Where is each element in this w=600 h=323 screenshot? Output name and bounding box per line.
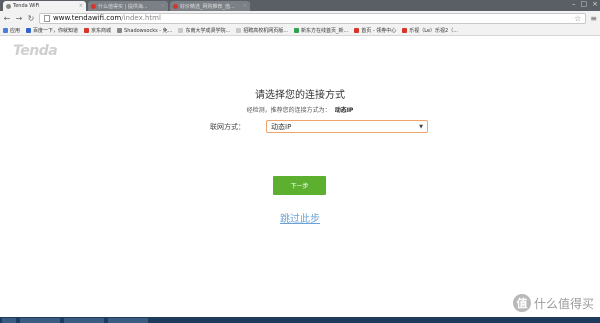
smzdm-favicon-icon [173, 3, 178, 9]
xdf-icon [294, 27, 300, 33]
close-icon[interactable]: × [159, 3, 165, 9]
bookmark-xdf[interactable]: 新东方在线首页_新... [294, 27, 348, 34]
taskbar-item[interactable] [108, 318, 148, 323]
page-favicon-icon [6, 3, 11, 9]
watermark-text: 什么值得买 [533, 296, 594, 311]
bookmark-label: 招聘高校机网页版... [243, 27, 289, 34]
start-button[interactable] [2, 318, 16, 323]
tenda-logo: Tenda [13, 43, 58, 59]
page-title: 请选择您的连接方式 [255, 90, 345, 101]
bookmark-label: 首页 - 领券中心 [361, 27, 397, 34]
apps-grid-icon [3, 27, 8, 33]
bookmark-label: 东南大学成贤学院... [185, 27, 231, 34]
taskbar-item[interactable] [20, 318, 60, 323]
tab-label: Tenda WiFi [13, 3, 40, 9]
connection-type-label: 联网方式： [210, 123, 245, 131]
bookmark-label: 乐视（Le）乐视2（... [409, 27, 459, 34]
bookmark-jd[interactable]: 京东商城 [84, 27, 111, 34]
close-icon[interactable]: × [77, 3, 83, 9]
smzdm-badge-icon: 值 [512, 294, 531, 312]
bookmark-recruit[interactable]: 招聘高校机网页版... [236, 27, 288, 34]
tab-deals[interactable]: 好价精选_网购推荐_值... × [170, 1, 250, 11]
bookmark-label: Shadowsocks - 免... [124, 27, 173, 34]
bookmark-apps[interactable]: 应用 [3, 27, 20, 34]
browser-toolbar: ← → ↻ www.tendawifi.com/index.html ☆ ≡ [0, 11, 600, 25]
smzdm-watermark: 值 什么值得买 [512, 294, 594, 312]
detected-text: 经检测，推荐您的连接方式为： [246, 107, 331, 114]
detected-connection: 经检测，推荐您的连接方式为： 动态IP [0, 105, 600, 114]
next-button[interactable]: 下一步 [273, 176, 326, 195]
bookmarks-bar: 应用 百度一下，你就知道 京东商城 Shadowsocks - 免... 东南大… [0, 25, 600, 36]
bookmark-label: 京东商城 [91, 27, 112, 34]
address-bar[interactable]: www.tendawifi.com/index.html ☆ [39, 12, 587, 24]
page-icon [236, 27, 242, 33]
page-icon [178, 27, 184, 33]
maximize-icon[interactable]: □ [581, 0, 588, 8]
close-icon[interactable]: × [241, 3, 247, 9]
taskbar-item[interactable] [64, 318, 104, 323]
bookmark-seu[interactable]: 东南大学成贤学院... [178, 27, 230, 34]
baidu-icon [26, 27, 32, 33]
bookmark-baidu[interactable]: 百度一下，你就知道 [26, 27, 78, 34]
skip-link[interactable]: 跳过此步 [0, 210, 600, 225]
jd-icon [84, 27, 90, 33]
caret-down-icon: ▼ [419, 123, 423, 130]
jd-icon [354, 27, 360, 33]
bookmark-coupon[interactable]: 首页 - 领券中心 [354, 27, 396, 34]
url-path: /index.html [121, 14, 161, 22]
bookmark-star-icon[interactable]: ☆ [574, 14, 581, 23]
url-host: www.tendawifi.com [53, 14, 122, 22]
tab-smzdm[interactable]: 什么值得买 | 提供海... × [88, 1, 168, 11]
bookmark-label: 百度一下，你就知道 [33, 27, 79, 34]
os-taskbar [0, 317, 600, 323]
menu-icon[interactable]: ≡ [590, 14, 597, 23]
tab-label: 什么值得买 | 提供海... [98, 3, 148, 10]
detected-value: 动态IP [334, 107, 354, 114]
back-arrow-icon[interactable]: ← [3, 14, 11, 23]
bookmark-label: 新东方在线首页_新... [301, 27, 349, 34]
window-controls: – □ × [572, 0, 598, 8]
jd-icon [402, 27, 408, 33]
minimize-icon[interactable]: – [572, 0, 576, 8]
tab-label: 好价精选_网购推荐_值... [180, 3, 235, 10]
reload-icon[interactable]: ↻ [27, 14, 35, 23]
connection-type-value: 动态IP [271, 122, 292, 131]
smzdm-favicon-icon [91, 3, 96, 9]
shadowsocks-icon [117, 27, 123, 33]
connection-type-select[interactable]: 动态IP ▼ [266, 120, 428, 133]
tab-strip: Tenda WiFi × 什么值得买 | 提供海... × 好价精选_网购推荐_… [0, 0, 600, 11]
page-info-icon[interactable] [44, 14, 50, 22]
bookmark-letv[interactable]: 乐视（Le）乐视2（... [402, 27, 458, 34]
bookmark-label: 应用 [10, 27, 21, 34]
window-close-icon[interactable]: × [592, 0, 598, 8]
bookmark-shadowsocks[interactable]: Shadowsocks - 免... [117, 27, 172, 34]
forward-arrow-icon[interactable]: → [15, 14, 23, 23]
tab-tenda-wifi[interactable]: Tenda WiFi × [3, 1, 86, 11]
